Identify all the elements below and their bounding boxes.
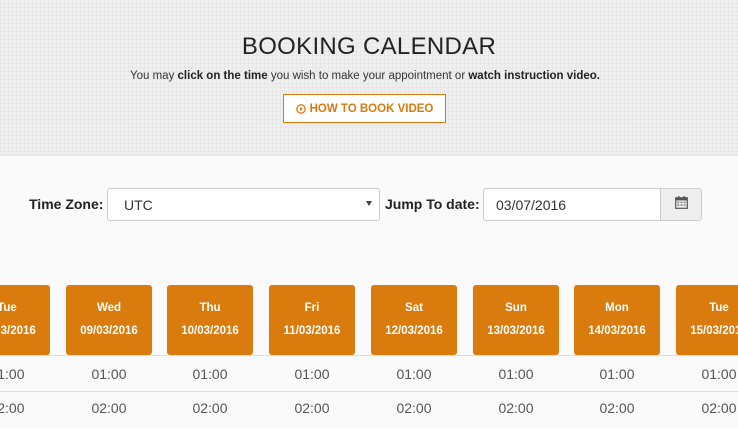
time-slot[interactable]: 01:00	[473, 366, 559, 382]
day-date: 13/03/2016	[487, 325, 545, 337]
day-header[interactable]: Sat 12/03/2016	[371, 285, 457, 355]
time-slot[interactable]: 01:00	[167, 366, 253, 382]
day-header[interactable]: Mon 14/03/2016	[574, 285, 660, 355]
time-slot[interactable]: 02:00	[0, 400, 50, 416]
time-slot[interactable]: 02:00	[574, 400, 660, 416]
day-date: 14/03/2016	[588, 325, 646, 337]
calendar-button[interactable]	[660, 188, 702, 221]
time-slot[interactable]: 01:00	[0, 366, 50, 382]
day-name: Tue	[0, 302, 17, 314]
time-slot[interactable]: 02:00	[167, 400, 253, 416]
time-slot[interactable]: 02:00	[676, 400, 738, 416]
day-date: 10/03/2016	[181, 325, 239, 337]
time-slot[interactable]: 01:00	[371, 366, 457, 382]
day-columns: Tue 08/03/2016 Wed 09/03/2016 Thu 10/03/2016 F…	[0, 285, 738, 355]
day-date: 09/03/2016	[80, 325, 138, 337]
timezone-value: UTC	[124, 196, 153, 213]
time-slot[interactable]: 01:00	[269, 366, 355, 382]
time-slot[interactable]: 02:00	[269, 400, 355, 416]
header-banner: BOOKING CALENDAR You may click on the ti…	[0, 0, 738, 156]
jump-to-date-value: 03/07/2016	[496, 196, 567, 213]
time-slot[interactable]: 01:00	[66, 366, 152, 382]
day-date: 15/03/2016	[690, 325, 738, 337]
day-date: 08/03/2016	[0, 325, 36, 337]
instructions-part: You may	[130, 70, 178, 82]
day-name: Mon	[605, 302, 629, 314]
day-header[interactable]: Sun 13/03/2016	[473, 285, 559, 355]
day-name: Thu	[199, 302, 221, 314]
grid-divider	[0, 391, 738, 392]
day-name: Sun	[505, 302, 527, 314]
time-slot[interactable]: 01:00	[676, 366, 738, 382]
day-header[interactable]: Thu 10/03/2016	[167, 285, 253, 355]
time-slot[interactable]: 02:00	[371, 400, 457, 416]
instructions-bold-video: watch instruction video.	[468, 70, 600, 82]
timezone-label: Time Zone:	[29, 196, 104, 212]
grid-divider	[0, 355, 738, 356]
time-slot[interactable]: 02:00	[473, 400, 559, 416]
page-title: BOOKING CALENDAR	[241, 33, 497, 60]
how-to-book-video-button[interactable]: HOW TO BOOK VIDEO	[283, 94, 446, 123]
calendar-icon	[674, 195, 688, 214]
timezone-select[interactable]: UTC	[107, 188, 380, 221]
video-button-label: HOW TO BOOK VIDEO	[309, 102, 434, 115]
day-header[interactable]: Tue 08/03/2016	[0, 285, 50, 355]
day-name: Sat	[405, 302, 423, 314]
instructions-bold-click: click on the time	[177, 70, 268, 82]
play-circle-icon	[295, 103, 306, 114]
day-name: Fri	[304, 302, 320, 314]
day-header[interactable]: Tue 15/03/2016	[676, 285, 738, 355]
time-slot[interactable]: 02:00	[66, 400, 152, 416]
day-date: 12/03/2016	[385, 325, 443, 337]
dropdown-arrow-icon	[366, 201, 372, 206]
jump-to-date-input[interactable]: 03/07/2016	[483, 188, 661, 221]
jump-to-date-label: Jump To date:	[385, 196, 480, 212]
day-name: Tue	[709, 302, 729, 314]
time-slot[interactable]: 01:00	[574, 366, 660, 382]
day-name: Wed	[96, 302, 122, 314]
day-header[interactable]: Wed 09/03/2016	[66, 285, 152, 355]
day-date: 11/03/2016	[283, 325, 341, 337]
instructions-part: you wish to make your appointment or	[267, 70, 469, 82]
day-header[interactable]: Fri 11/03/2016	[269, 285, 355, 355]
instructions-text: You may click on the time you wish to ma…	[0, 70, 730, 82]
